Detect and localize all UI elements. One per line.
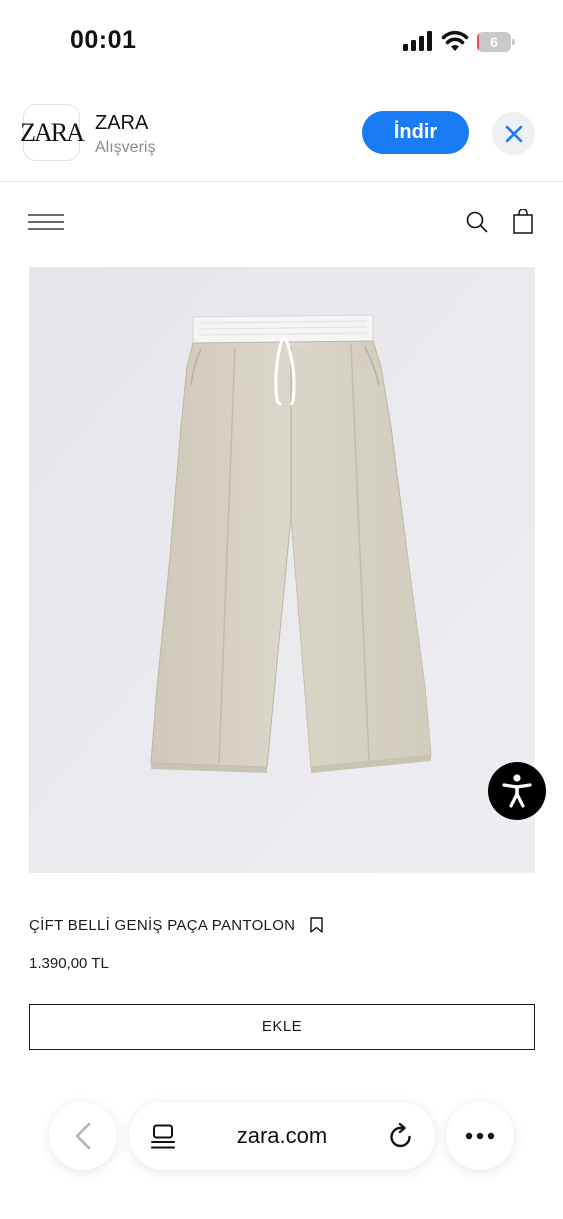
battery-level: 6 (490, 34, 498, 50)
close-icon (505, 125, 522, 142)
back-icon (75, 1122, 91, 1150)
shopping-bag-icon[interactable] (513, 209, 533, 234)
app-logo-text: ZARA (20, 117, 85, 147)
wide-leg-trousers-image (29, 267, 535, 873)
app-name: ZARA (95, 112, 149, 134)
product-name: ÇİFT BELLİ GENİŞ PAÇA PANTOLON (29, 916, 296, 934)
status-time: 00:01 (70, 26, 137, 54)
app-category: Alışveriş (95, 139, 156, 156)
accessibility-icon (502, 774, 532, 808)
menu-icon[interactable] (28, 212, 64, 232)
status-bar: 00:01 6 (0, 0, 563, 84)
close-banner-button[interactable] (492, 112, 535, 155)
wifi-icon (441, 30, 469, 51)
get-app-button[interactable]: İndir (362, 111, 469, 154)
signal-icon (403, 31, 432, 51)
product-image[interactable] (29, 267, 535, 873)
product-name-row: ÇİFT BELLİ GENİŞ PAÇA PANTOLON (29, 915, 324, 935)
back-button[interactable] (49, 1102, 117, 1170)
accessibility-button[interactable] (488, 762, 546, 820)
app-banner: ZARA ZARA Alışveriş İndir (0, 84, 563, 182)
battery-icon: 6 (477, 32, 515, 52)
add-to-bag-button[interactable]: EKLE (29, 1004, 535, 1050)
product-price: 1.390,00 TL (29, 955, 109, 972)
search-icon[interactable] (466, 211, 488, 233)
reload-icon[interactable] (388, 1123, 414, 1151)
bookmark-icon[interactable] (310, 917, 324, 933)
app-logo: ZARA (20, 104, 85, 161)
more-icon (465, 1132, 495, 1140)
address-bar[interactable]: zara.com (129, 1102, 435, 1170)
more-button[interactable] (446, 1102, 514, 1170)
